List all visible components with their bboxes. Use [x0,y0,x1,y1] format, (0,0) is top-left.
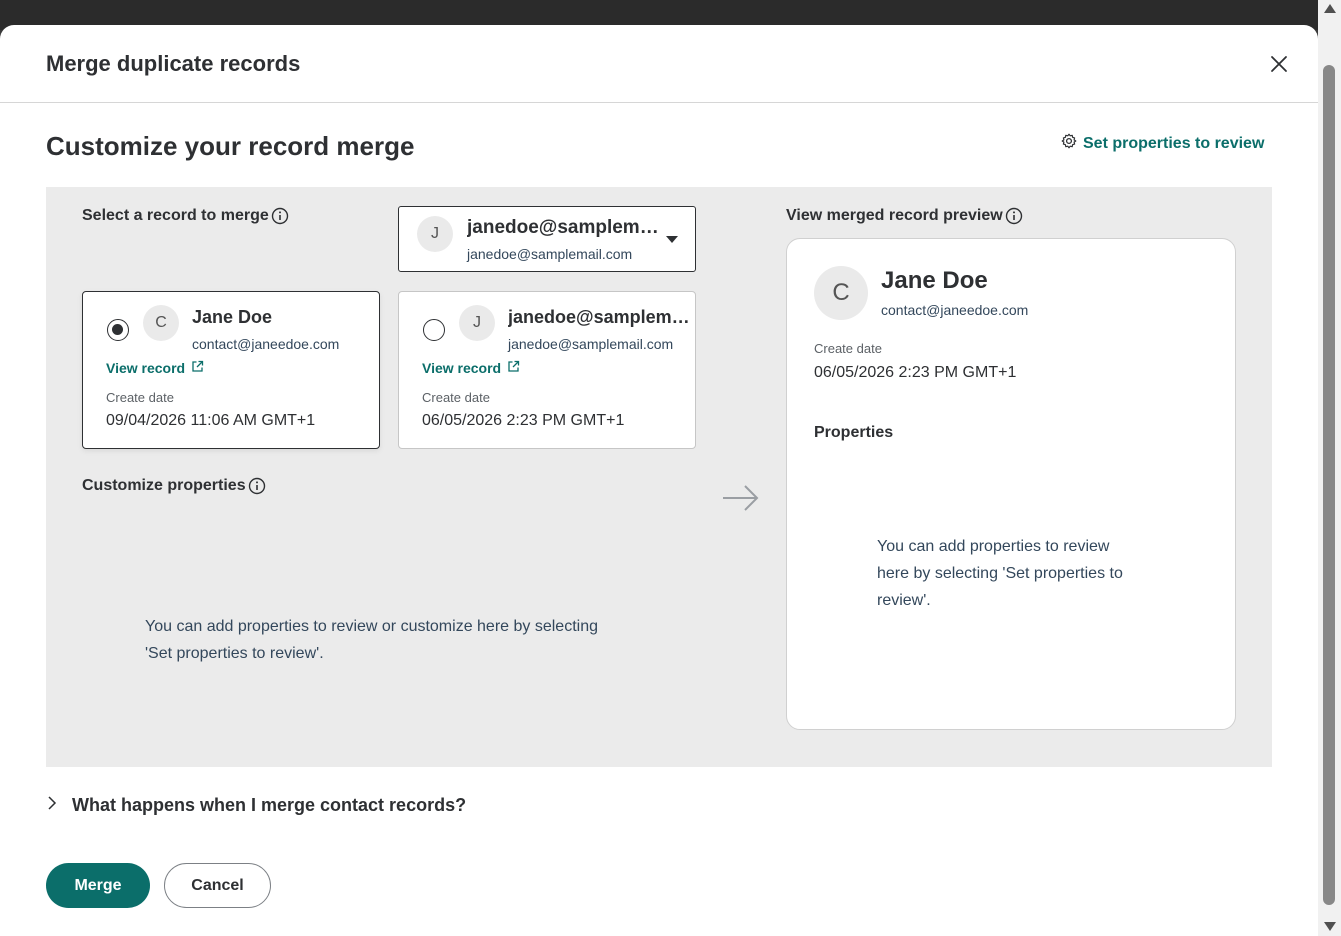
avatar: C [814,266,868,320]
select-record-text: Select a record to merge [82,207,269,224]
scrollbar-thumb[interactable] [1323,65,1335,905]
preview-create-date-label: Create date [814,341,882,356]
view-record-label: View record [422,360,502,376]
record-email: janedoe@samplemail.com [508,336,674,352]
record-select-dropdown[interactable]: J janedoe@samplemail.com janedoe@samplem… [398,206,696,272]
preview-properties-heading: Properties [814,424,894,441]
merge-faq-toggle[interactable]: What happens when I merge contact record… [46,795,466,816]
info-icon[interactable] [271,207,289,225]
view-record-link[interactable]: View record [106,360,204,376]
customize-empty-note: You can add properties to review or cust… [145,613,598,667]
avatar: C [143,305,179,341]
record-email: contact@janeedoe.com [192,336,340,352]
create-date-value: 06/05/2026 2:23 PM GMT+1 [422,412,625,429]
gear-icon [1061,133,1077,154]
set-properties-link[interactable]: Set properties to review [1061,133,1264,154]
select-record-label: Select a record to merge [82,207,289,225]
merge-dialog: Merge duplicate records Customize your r… [0,25,1318,936]
create-date-label: Create date [422,390,490,405]
dialog-title: Merge duplicate records [46,51,301,76]
record-name: janedoe@samplemail.com [508,307,690,327]
scroll-up-icon[interactable] [1324,4,1336,13]
info-icon[interactable] [1005,207,1023,225]
faq-text: What happens when I merge contact record… [72,795,467,815]
record-card-primary[interactable]: C Jane Doe contact@janeedoe.com View rec… [82,291,380,449]
avatar: J [459,305,495,341]
record-radio-secondary[interactable] [423,319,445,341]
close-icon[interactable] [1268,53,1290,75]
preview-empty-line: You can add properties to review [877,538,1110,555]
preview-create-date-value: 06/05/2026 2:23 PM GMT+1 [814,364,1017,381]
record-card-secondary[interactable]: J janedoe@samplemail.com janedoe@samplem… [398,291,696,449]
preview-empty-line: here by selecting 'Set properties to [877,565,1123,582]
preview-name: Jane Doe [881,267,988,294]
page-title: Customize your record merge [46,131,415,161]
scroll-down-icon[interactable] [1324,922,1336,931]
chevron-right-icon [46,796,58,815]
info-icon[interactable] [248,477,266,495]
preview-label-text: View merged record preview [786,207,1003,224]
set-properties-label: Set properties to review [1083,134,1265,152]
merge-button[interactable]: Merge [46,863,150,908]
preview-empty-line: review'. [877,592,931,609]
avatar: J [417,216,453,252]
preview-email: contact@janeedoe.com [881,302,1029,318]
customize-properties-label: Customize properties [82,477,266,495]
dialog-header: Merge duplicate records [0,25,1318,103]
create-date-value: 09/04/2026 11:06 AM GMT+1 [106,412,316,429]
external-link-icon [191,360,204,376]
view-record-link[interactable]: View record [422,360,520,376]
record-radio-primary[interactable] [107,319,129,341]
merged-preview-card: C Jane Doe contact@janeedoe.com Create d… [786,238,1236,730]
preview-label: View merged record preview [786,207,1023,225]
create-date-label: Create date [106,390,174,405]
customize-properties-text: Customize properties [82,477,246,494]
dropdown-record-name: janedoe@samplemail.com [467,217,663,238]
merge-panel: Select a record to merge J janedoe@sampl… [46,187,1272,767]
cancel-button[interactable]: Cancel [164,863,271,908]
chevron-down-icon [666,236,678,243]
page-scrollbar[interactable] [1318,0,1341,936]
arrow-right-icon [722,483,760,518]
dropdown-record-email: janedoe@samplemail.com [467,246,633,262]
view-record-label: View record [106,360,186,376]
preview-empty-note: You can add properties to review here by… [877,533,1123,614]
record-name: Jane Doe [192,307,273,327]
external-link-icon [507,360,520,376]
customize-empty-line: 'Set properties to review'. [145,645,324,662]
customize-empty-line: You can add properties to review or cust… [145,618,598,635]
